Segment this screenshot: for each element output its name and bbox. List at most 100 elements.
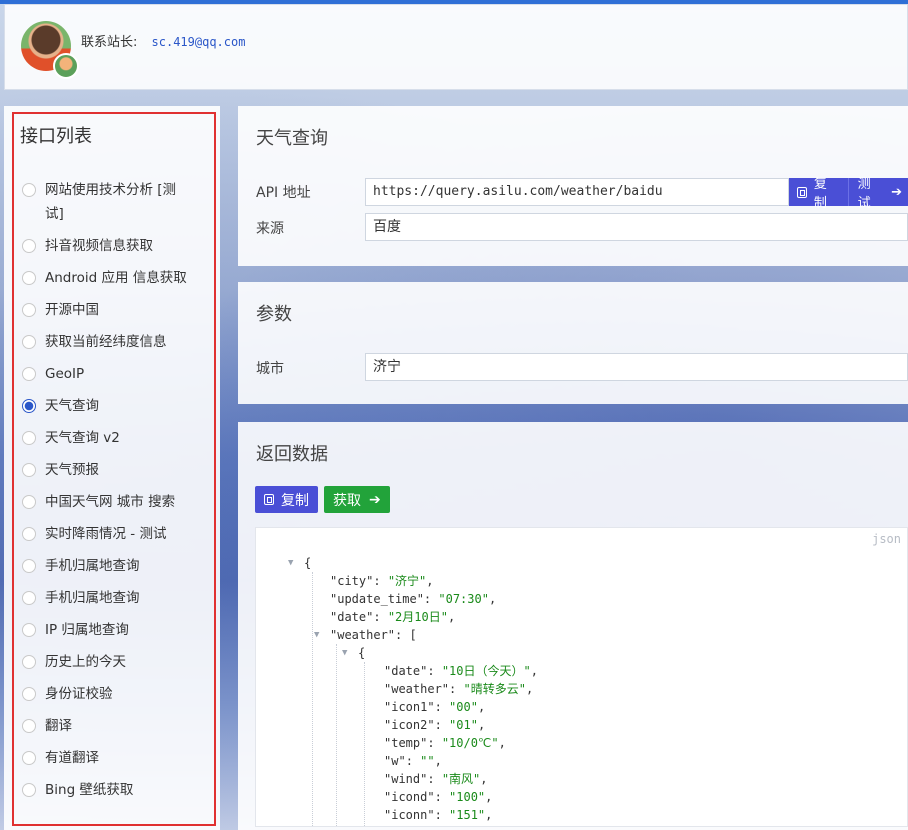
- city-input[interactable]: 济宁: [365, 353, 908, 381]
- radio-button[interactable]: [22, 183, 36, 197]
- api-list-item-label: 获取当前经纬度信息: [45, 334, 167, 350]
- api-list-item-label: 历史上的今天: [45, 654, 126, 670]
- city-label: 城市: [256, 361, 284, 377]
- json-line: "w": "",: [384, 754, 442, 768]
- collapse-toggle-icon[interactable]: ▼: [314, 630, 319, 640]
- copy-url-button[interactable]: 复制: [789, 177, 849, 211]
- api-list-item-label: 天气预报: [45, 462, 99, 478]
- api-list-item[interactable]: 天气查询 v2: [20, 426, 190, 450]
- radio-button[interactable]: [22, 463, 36, 477]
- api-list-item-label: 抖音视频信息获取: [45, 238, 153, 254]
- radio-button[interactable]: [22, 367, 36, 381]
- collapse-toggle-icon[interactable]: ▼: [288, 558, 293, 568]
- api-list-item[interactable]: 天气预报: [20, 458, 190, 482]
- copy-icon: [797, 186, 807, 198]
- radio-button[interactable]: [22, 591, 36, 605]
- api-list-item[interactable]: IP 归属地查询: [20, 618, 190, 642]
- json-line: {: [304, 556, 312, 570]
- contact-info: 联系站长: sc.419@qq.com: [81, 31, 245, 50]
- copy-result-button[interactable]: 复制: [255, 486, 318, 513]
- arrow-right-icon: ➔: [891, 184, 902, 200]
- api-list: 网站使用技术分析 [测试] 抖音视频信息获取 Android 应用 信息获取 开源中国…: [20, 178, 190, 810]
- format-tag: json: [872, 532, 901, 546]
- sidebar-title: 接口列表: [20, 126, 92, 147]
- collapse-toggle-icon[interactable]: ▼: [342, 648, 347, 658]
- api-list-item[interactable]: 网站使用技术分析 [测试]: [20, 178, 190, 226]
- api-list-item[interactable]: Android 应用 信息获取: [20, 266, 190, 290]
- api-list-item[interactable]: GeoIP: [20, 362, 190, 386]
- source-field[interactable]: 百度: [365, 213, 908, 241]
- api-url-field[interactable]: https://query.asilu.com/weather/baidu: [365, 178, 789, 206]
- api-list-item[interactable]: 天气查询: [20, 394, 190, 418]
- panel-title: 天气查询: [256, 128, 328, 149]
- api-list-item[interactable]: Bing 壁纸获取: [20, 778, 190, 802]
- site-header: 联系站长: sc.419@qq.com: [4, 4, 908, 90]
- api-list-item-label: 有道翻译: [45, 750, 99, 766]
- fetch-button[interactable]: 获取 ➔: [324, 486, 390, 513]
- fetch-label: 获取: [333, 492, 361, 509]
- api-sidebar: 接口列表 网站使用技术分析 [测试] 抖音视频信息获取 Android 应用 信息获…: [4, 106, 220, 830]
- api-list-item[interactable]: 历史上的今天: [20, 650, 190, 674]
- api-list-item-label: 开源中国: [45, 302, 99, 318]
- params-panel: 参数 城市 济宁: [238, 282, 908, 404]
- api-url-label: API 地址: [256, 185, 311, 201]
- copy-label: 复制: [281, 492, 309, 509]
- api-list-item[interactable]: 抖音视频信息获取: [20, 234, 190, 258]
- radio-button[interactable]: [22, 495, 36, 509]
- api-list-item[interactable]: 获取当前经纬度信息: [20, 330, 190, 354]
- json-line: "update_time": "07:30",: [330, 592, 497, 606]
- radio-button[interactable]: [22, 559, 36, 573]
- json-line: "icon1": "00",: [384, 700, 486, 714]
- json-line: "iconn": "151",: [384, 808, 493, 822]
- contact-email-link[interactable]: sc.419@qq.com: [152, 35, 246, 49]
- site-watermark: @稀土掘金技术社区: [724, 791, 877, 811]
- api-list-item-label: IP 归属地查询: [45, 622, 129, 638]
- api-list-item-label: 手机归属地查询: [45, 558, 140, 574]
- radio-button[interactable]: [22, 399, 36, 413]
- avatar-badge: [53, 53, 79, 79]
- radio-button[interactable]: [22, 751, 36, 765]
- radio-button[interactable]: [22, 719, 36, 733]
- api-list-item-label: 网站使用技术分析 [测试]: [45, 182, 177, 222]
- panel-title: 返回数据: [256, 444, 328, 465]
- api-list-item[interactable]: 翻译: [20, 714, 190, 738]
- api-list-item-label: 手机归属地查询: [45, 590, 140, 606]
- copy-icon: [264, 494, 274, 505]
- api-list-item-label: GeoIP: [45, 366, 85, 382]
- radio-button[interactable]: [22, 303, 36, 317]
- api-list-item[interactable]: 手机归属地查询: [20, 586, 190, 610]
- json-line: "weather": "晴转多云",: [384, 682, 534, 696]
- radio-button[interactable]: [22, 431, 36, 445]
- api-list-item[interactable]: 有道翻译: [20, 746, 190, 770]
- radio-button[interactable]: [22, 655, 36, 669]
- copy-label: 复制: [813, 177, 827, 211]
- radio-button[interactable]: [22, 239, 36, 253]
- json-line: "icon2": "01",: [384, 718, 486, 732]
- test-button[interactable]: 测试 ➔: [849, 177, 908, 211]
- json-line: "date": "2月10日",: [330, 610, 456, 624]
- api-list-item-label: Android 应用 信息获取: [45, 270, 187, 286]
- panel-title: 参数: [256, 304, 292, 325]
- radio-button[interactable]: [22, 623, 36, 637]
- json-viewer[interactable]: json ▼ { "city": "济宁", "update_time": "0…: [255, 527, 908, 827]
- radio-button[interactable]: [22, 783, 36, 797]
- radio-button[interactable]: [22, 527, 36, 541]
- api-list-item-label: Bing 壁纸获取: [45, 782, 134, 798]
- api-list-item[interactable]: 实时降雨情况 - 测试: [20, 522, 190, 546]
- radio-button[interactable]: [22, 271, 36, 285]
- api-list-item[interactable]: 中国天气网 城市 搜索: [20, 490, 190, 514]
- contact-label: 联系站长:: [81, 35, 138, 50]
- radio-button[interactable]: [22, 687, 36, 701]
- api-url-actions: 复制 测试 ➔: [789, 177, 908, 211]
- arrow-right-icon: ➔: [369, 491, 381, 508]
- api-list-item[interactable]: 开源中国: [20, 298, 190, 322]
- json-line: "temp": "10/0℃",: [384, 736, 506, 750]
- api-list-item-label: 实时降雨情况 - 测试: [45, 526, 167, 542]
- api-list-item-label: 天气查询: [45, 398, 99, 414]
- api-list-item-label: 翻译: [45, 718, 72, 734]
- radio-button[interactable]: [22, 335, 36, 349]
- json-line: "city": "济宁",: [330, 574, 434, 588]
- api-list-item[interactable]: 身份证校验: [20, 682, 190, 706]
- windows-activation-hint: 转到"设置": [650, 790, 714, 805]
- api-list-item[interactable]: 手机归属地查询: [20, 554, 190, 578]
